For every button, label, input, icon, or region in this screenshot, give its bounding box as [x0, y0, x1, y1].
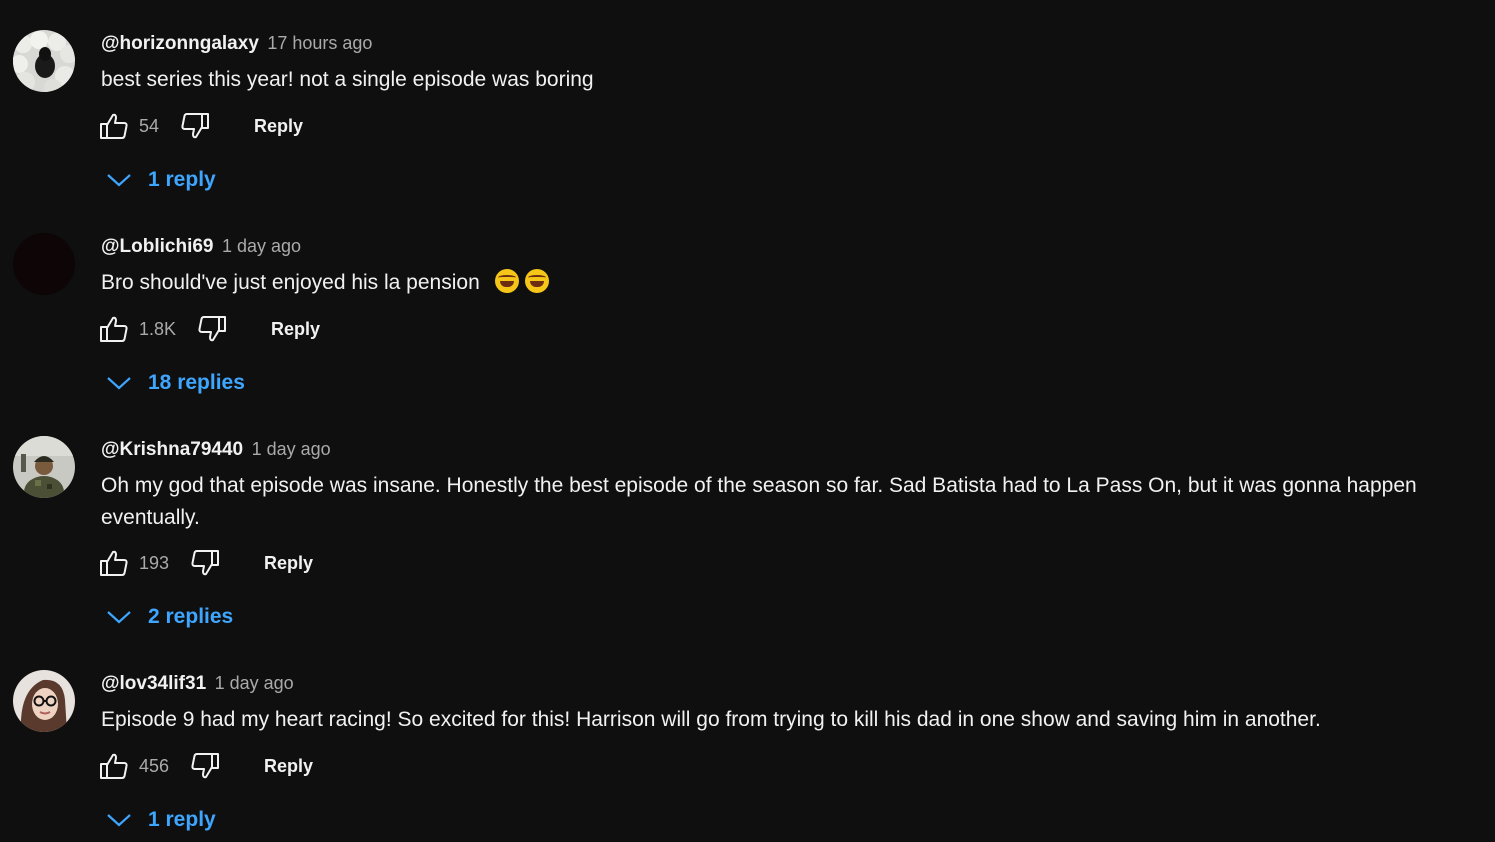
reply-button[interactable]: Reply [264, 553, 313, 574]
tears-of-joy-emoji-icon [524, 269, 549, 293]
view-replies-button[interactable]: 18 replies [106, 366, 245, 400]
comment-time[interactable]: 1 day ago [222, 236, 301, 256]
soldier-avatar-icon[interactable] [13, 436, 75, 498]
replies-count-label: 1 reply [148, 168, 216, 191]
reply-button[interactable]: Reply [254, 116, 303, 137]
thumbs-down-icon[interactable] [179, 110, 211, 142]
comment-time[interactable]: 1 day ago [215, 673, 294, 693]
dark-avatar-icon[interactable] [13, 233, 75, 295]
comment-actions: 456 Reply [98, 749, 313, 783]
comment-author[interactable]: @Loblichi69 [101, 236, 214, 257]
like-count: 193 [139, 552, 170, 573]
comment-actions: 1.8K Reply [98, 312, 320, 346]
thumbs-up-icon[interactable] [98, 110, 130, 142]
comment-text: Oh my god that episode was insane. Hones… [101, 474, 1417, 529]
comment-header: @Loblichi69 1 day ago [101, 236, 301, 258]
comment-text: best series this year! not a single epis… [101, 68, 594, 91]
comment-text: Bro should've just enjoyed his la pensio… [101, 267, 1471, 299]
thumbs-up-icon[interactable] [98, 313, 130, 345]
comment-actions: 193 Reply [98, 546, 313, 580]
comment-text: Episode 9 had my heart racing! So excite… [101, 708, 1321, 731]
chevron-down-icon [107, 611, 131, 624]
view-replies-button[interactable]: 1 reply [106, 803, 216, 837]
woman-glasses-avatar-icon[interactable] [13, 670, 75, 732]
thumbs-up-icon[interactable] [98, 547, 130, 579]
comment-header: @lov34lif31 1 day ago [101, 673, 294, 695]
reply-button[interactable]: Reply [271, 319, 320, 340]
comment-time[interactable]: 17 hours ago [267, 33, 372, 53]
view-replies-button[interactable]: 2 replies [106, 600, 233, 634]
comment-header: @Krishna79440 1 day ago [101, 439, 331, 461]
chevron-down-icon [107, 377, 131, 390]
like-count: 1.8K [139, 318, 177, 339]
sheep-avatar-icon[interactable] [13, 30, 75, 92]
comment-actions: 54 Reply [98, 109, 303, 143]
comment-author[interactable]: @Krishna79440 [101, 439, 243, 460]
thumbs-down-icon[interactable] [196, 313, 228, 345]
comment-author[interactable]: @horizonngalaxy [101, 33, 259, 54]
thumbs-up-icon[interactable] [98, 750, 130, 782]
chevron-down-icon [107, 174, 131, 187]
comment-text-body: Bro should've just enjoyed his la pensio… [101, 271, 480, 294]
chevron-down-icon [107, 814, 131, 827]
replies-count-label: 18 replies [148, 371, 245, 394]
reply-button[interactable]: Reply [264, 756, 313, 777]
replies-count-label: 1 reply [148, 808, 216, 831]
comment-header: @horizonngalaxy 17 hours ago [101, 33, 372, 55]
comment-time[interactable]: 1 day ago [252, 439, 331, 459]
thumbs-down-icon[interactable] [189, 547, 221, 579]
like-count: 54 [139, 115, 160, 136]
tears-of-joy-emoji-icon [494, 269, 519, 293]
like-count: 456 [139, 755, 170, 776]
replies-count-label: 2 replies [148, 605, 234, 628]
comment-author[interactable]: @lov34lif31 [101, 673, 206, 694]
thumbs-down-icon[interactable] [189, 750, 221, 782]
view-replies-button[interactable]: 1 reply [106, 163, 216, 197]
